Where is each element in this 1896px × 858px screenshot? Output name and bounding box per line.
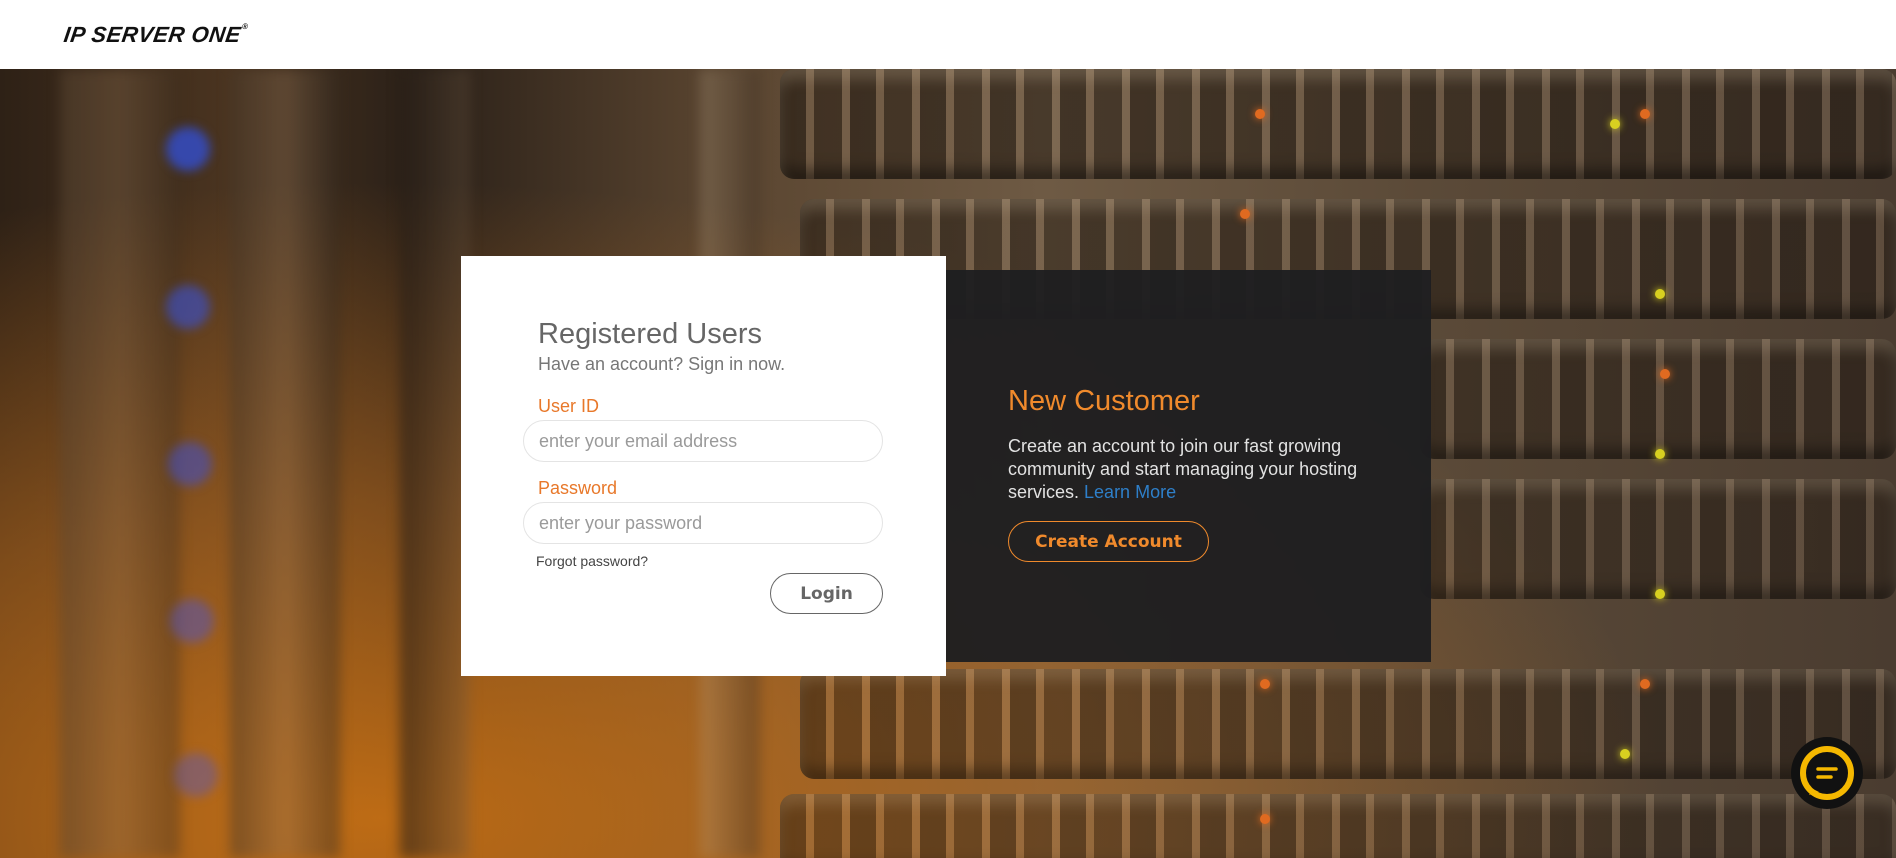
rack-led (1655, 289, 1665, 299)
blue-bokeh-light (166, 285, 210, 329)
site-header: IP SERVER ONE® (0, 0, 1896, 69)
new-customer-description-text: Create an account to join our fast growi… (1008, 436, 1358, 502)
password-input[interactable] (523, 502, 883, 544)
rack-led (1255, 109, 1265, 119)
rack-led (1655, 589, 1665, 599)
blue-bokeh-light (170, 599, 214, 643)
blue-bokeh-light (174, 753, 218, 797)
learn-more-link[interactable]: Learn More (1084, 482, 1176, 502)
blue-bokeh-light (168, 442, 212, 486)
background-pillar (60, 69, 180, 858)
forgot-password-link[interactable]: Forgot password? (536, 553, 648, 569)
server-rack-row (780, 794, 1896, 858)
rack-led (1640, 679, 1650, 689)
user-id-label: User ID (538, 396, 600, 416)
server-rack-row (780, 69, 1896, 179)
rack-led (1620, 749, 1630, 759)
logo-text: IP SERVER ONE (62, 22, 243, 47)
login-subtitle: Have an account? Sign in now. (538, 354, 786, 374)
rack-led (1240, 209, 1250, 219)
rack-led (1655, 449, 1665, 459)
user-id-input[interactable] (523, 420, 883, 462)
server-rack-row (1420, 479, 1896, 599)
create-account-button[interactable]: Create Account (1008, 521, 1209, 562)
rack-led (1610, 119, 1620, 129)
rack-led (1260, 679, 1270, 689)
rack-led (1640, 109, 1650, 119)
blue-bokeh-light (166, 127, 210, 171)
login-button[interactable]: Login (770, 573, 883, 614)
rack-led (1660, 369, 1670, 379)
login-title: Registered Users (538, 318, 763, 350)
new-customer-title: New Customer (1008, 385, 1200, 417)
login-panel: Registered Users Have an account? Sign i… (461, 256, 946, 676)
background-pillar (230, 69, 340, 858)
chat-bubble-icon (1800, 746, 1854, 800)
new-customer-panel: New Customer Create an account to join o… (946, 270, 1431, 662)
background-pillar (400, 69, 470, 858)
chat-widget-button[interactable] (1791, 737, 1863, 809)
password-label: Password (538, 478, 618, 498)
server-rack-row (800, 669, 1896, 779)
ipserverone-logo[interactable]: IP SERVER ONE® (62, 22, 249, 48)
new-customer-description: Create an account to join our fast growi… (1008, 435, 1378, 504)
rack-led (1260, 814, 1270, 824)
server-rack-row (1420, 339, 1896, 459)
logo-registered-mark: ® (241, 22, 250, 31)
